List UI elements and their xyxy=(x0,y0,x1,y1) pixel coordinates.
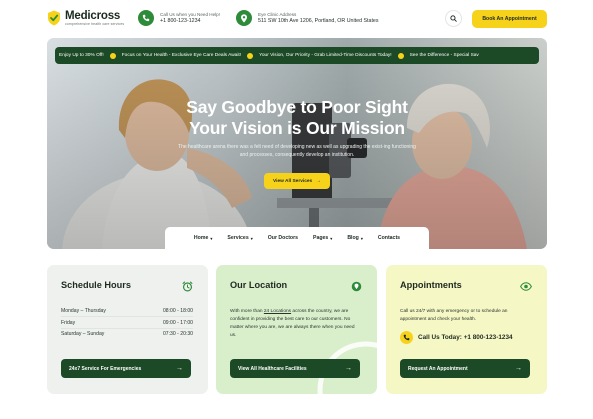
arrow-right-icon: → xyxy=(345,365,352,372)
location-pin-icon xyxy=(350,280,362,292)
chevron-down-icon: ▾ xyxy=(210,235,213,241)
hero-banner: Enjoy Up to 30% Off! Focus on Your Healt… xyxy=(47,38,547,249)
promo-ticker: Enjoy Up to 30% Off! Focus on Your Healt… xyxy=(55,47,539,64)
phone-icon xyxy=(138,10,154,26)
site-header: Medicross comprehensive health care serv… xyxy=(0,0,593,38)
header-phone[interactable]: Call Us when you Need Help! +1 800-123-1… xyxy=(138,10,220,26)
main-navigation: Home ▾ Services ▾ Our Doctors Pages ▾ Blog ▾… xyxy=(165,227,429,249)
location-pin-icon xyxy=(236,10,252,26)
header-address: Eye Clinic Address 511 SW 10th Ave 1206,… xyxy=(236,10,379,26)
hero-title-line-2: Your Vision is Our Mission xyxy=(189,118,405,138)
ticker-item: Enjoy Up to 30% Off! xyxy=(59,52,116,59)
our-location-title: Our Location xyxy=(230,280,288,290)
view-facilities-label: View All Healthcare Facilities xyxy=(238,365,307,372)
chevron-down-icon: ▾ xyxy=(360,235,363,241)
arrow-right-icon: → xyxy=(176,365,183,372)
view-healthcare-facilities-button[interactable]: View All Healthcare Facilities → xyxy=(230,359,360,378)
book-appointment-button[interactable]: Book An Appointment xyxy=(472,10,547,28)
nav-item-home[interactable]: Home ▾ xyxy=(194,235,212,241)
divider xyxy=(61,328,193,329)
view-all-services-label: View All Services xyxy=(273,178,313,184)
phone-icon xyxy=(400,331,413,344)
nav-item-our-doctors[interactable]: Our Doctors xyxy=(268,235,298,241)
ticker-item: Focus on Your Health - Exclusive Eye Car… xyxy=(122,52,254,59)
ticker-item: Your Vision, Our Priority - Grab Limited… xyxy=(259,52,404,59)
call-us-today[interactable]: Call Us Today: +1 800-123-1234 xyxy=(400,331,513,344)
hero-title-line-1: Say Goodbye to Poor Sight xyxy=(186,97,408,117)
nav-item-blog[interactable]: Blog ▾ xyxy=(347,235,363,241)
search-button[interactable] xyxy=(445,10,462,27)
ticker-eye-icon xyxy=(109,52,116,59)
our-location-card: Our Location With more than 24 Locations… xyxy=(216,265,377,394)
alarm-clock-icon xyxy=(181,280,193,292)
location-description: With more than 24 Locations across the c… xyxy=(230,309,355,338)
hero-description: The healthcare arena there was a felt ne… xyxy=(178,144,416,158)
emergency-service-button[interactable]: 24x7 Service For Emergencies → xyxy=(61,359,191,378)
ticker-item: See the Difference - Special Sav xyxy=(409,53,479,58)
eye-icon xyxy=(520,280,532,292)
chevron-down-icon: ▾ xyxy=(250,235,253,241)
schedule-time: 08:00 - 18:00 xyxy=(162,308,193,314)
call-us-phone: Call Us Today: +1 800-123-1234 xyxy=(418,334,513,341)
brand-tagline: comprehensive health care services xyxy=(65,21,125,26)
emergency-service-label: 24x7 Service For Emergencies xyxy=(69,365,142,372)
shield-logo-icon xyxy=(48,10,60,26)
request-appointment-label: Request An Appointment xyxy=(408,365,468,372)
hero-title: Say Goodbye to Poor Sight Your Vision is… xyxy=(47,97,547,139)
search-icon xyxy=(450,15,457,22)
locations-link[interactable]: 24 Locations xyxy=(264,309,291,314)
schedule-day: Saturday – Sunday xyxy=(61,331,105,337)
brand-logo[interactable]: Medicross comprehensive health care serv… xyxy=(47,10,124,26)
schedule-hours-title: Schedule Hours xyxy=(61,280,131,290)
nav-item-services[interactable]: Services ▾ xyxy=(227,235,252,241)
schedule-time: 07:30 - 20:30 xyxy=(162,331,193,337)
schedule-day: Monday – Thursday xyxy=(61,308,106,314)
schedule-row: Monday – Thursday 08:00 - 18:00 xyxy=(61,308,193,314)
schedule-hours-card: Schedule Hours Monday – Thursday 08:00 -… xyxy=(47,265,208,394)
appointments-title: Appointments xyxy=(400,280,462,290)
phone-label: Call Us when you Need Help! xyxy=(160,11,221,17)
schedule-time: 09:00 - 17:00 xyxy=(162,320,193,326)
nav-item-pages[interactable]: Pages ▾ xyxy=(313,235,332,241)
view-all-services-button[interactable]: View All Services → xyxy=(264,173,330,189)
brand-name: Medicross xyxy=(65,9,121,22)
arrow-right-icon: → xyxy=(316,178,321,184)
divider xyxy=(61,316,193,317)
appointments-description: Call us 24/7 with any emergency or to sc… xyxy=(400,309,508,322)
arrow-right-icon: → xyxy=(515,365,522,372)
ticker-eye-icon xyxy=(247,52,254,59)
schedule-day: Friday xyxy=(61,320,76,326)
phone-number[interactable]: +1 800-123-1234 xyxy=(160,18,220,25)
ticker-eye-icon xyxy=(397,52,404,59)
address-value: 511 SW 10th Ave 1206, Portland, OR Unite… xyxy=(258,17,379,24)
schedule-row: Saturday – Sunday 07:30 - 20:30 xyxy=(61,331,193,337)
request-appointment-button[interactable]: Request An Appointment → xyxy=(400,359,530,378)
schedule-row: Friday 09:00 - 17:00 xyxy=(61,320,193,326)
appointments-card: Appointments Call us 24/7 with any emerg… xyxy=(386,265,547,394)
nav-item-contacts[interactable]: Contacts xyxy=(378,235,400,241)
chevron-down-icon: ▾ xyxy=(330,235,333,241)
